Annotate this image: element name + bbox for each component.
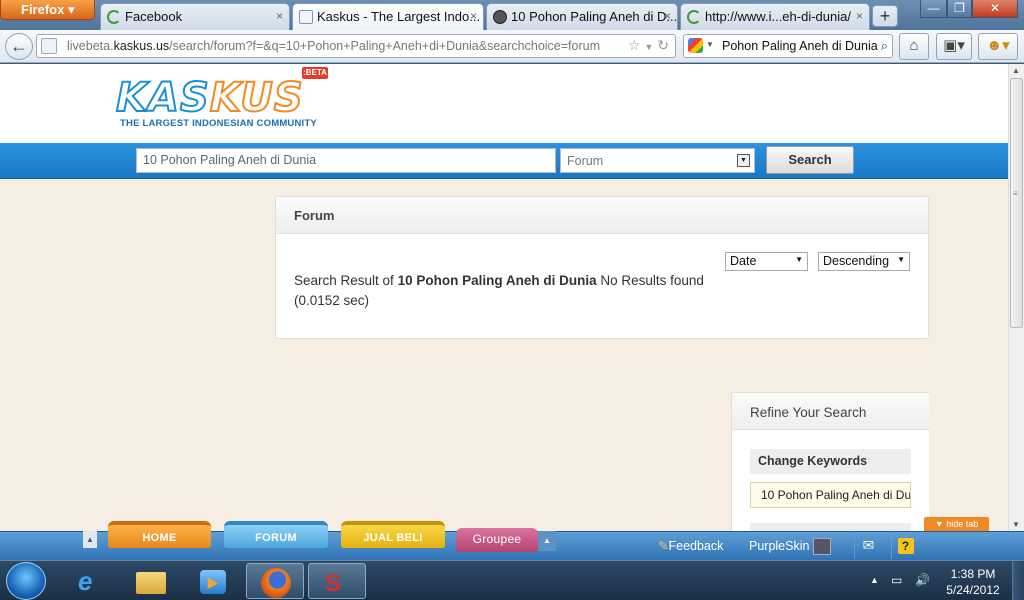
loading-icon — [107, 10, 121, 24]
mail-icon[interactable]: ✉ — [854, 534, 882, 559]
maximize-button[interactable]: ❐ — [947, 0, 972, 18]
back-button[interactable]: ← — [5, 33, 33, 60]
search-icon[interactable]: ⌕ — [881, 38, 888, 54]
chevron-down-icon: ▼ — [795, 255, 803, 264]
tab-pohon[interactable]: 10 Pohon Paling Aneh di D... × — [486, 3, 678, 30]
close-window-button[interactable]: ✕ — [972, 0, 1018, 18]
reload-icon[interactable]: ↻ — [657, 37, 669, 53]
refine-section — [750, 523, 911, 531]
beta-badge: :BETA — [302, 67, 328, 79]
windows-start-button[interactable] — [6, 562, 46, 600]
groupee-expand-icon[interactable]: ▲ — [538, 531, 556, 551]
system-clock[interactable]: 1:38 PM 5/24/2012 — [938, 566, 1008, 598]
minimize-button[interactable]: — — [920, 0, 947, 18]
scroll-down-icon[interactable]: ▼ — [1012, 520, 1020, 529]
search-strip: 10 Pohon Paling Aneh di Dunia Forum ▼ Se… — [0, 143, 1008, 179]
addon-button[interactable]: ☻▾ — [978, 33, 1018, 60]
results-panel-title: Forum — [276, 197, 928, 234]
kaskus-logo[interactable]: KASKUS THE LARGEST INDONESIAN COMMUNITY — [108, 75, 328, 136]
addon-icon: ☻▾ — [986, 37, 1010, 54]
title-bar: Firefox ▾ Facebook × Kaskus - The Larges… — [0, 0, 1024, 31]
internet-explorer-icon[interactable]: e — [60, 563, 118, 599]
category-select[interactable]: Forum ▼ — [560, 148, 755, 173]
logo-tagline: THE LARGEST INDONESIAN COMMUNITY — [120, 118, 317, 129]
sort-order-select[interactable]: Descending ▼ — [818, 252, 910, 271]
refine-keyword-input[interactable]: 10 Pohon Paling Aneh di Dun — [750, 482, 911, 508]
scrollbar-thumb[interactable]: ≡ — [1010, 78, 1023, 328]
show-desktop-button[interactable] — [1012, 561, 1024, 600]
vertical-scrollbar[interactable]: ▲ ≡ ▼ — [1008, 64, 1024, 531]
app-taskbar-icon[interactable]: S — [308, 563, 366, 599]
result-message: Search Result of 10 Pohon Paling Aneh di… — [294, 273, 704, 308]
chevron-down-icon: ▼ — [897, 255, 905, 264]
refine-title: Refine Your Search — [732, 393, 929, 430]
site-header: KASKUS THE LARGEST INDONESIAN COMMUNITY … — [0, 64, 1008, 143]
site-identity-icon[interactable] — [41, 38, 57, 54]
history-dropdown-icon[interactable]: ▼ — [644, 42, 653, 52]
help-icon[interactable]: ? — [891, 534, 919, 559]
close-tab-icon[interactable]: × — [276, 9, 283, 23]
avatar — [812, 538, 831, 555]
globe-icon — [493, 10, 507, 24]
tab-groupee[interactable]: Groupee — [456, 528, 538, 552]
close-tab-icon[interactable]: × — [664, 9, 671, 23]
close-tab-icon[interactable]: × — [856, 9, 863, 23]
taskbar: e ▶ S ▲ ▭ 🔊 1:38 PM 5/24/2012 — [0, 560, 1024, 600]
tab-url[interactable]: http://www.i...eh-di-dunia/ × — [680, 3, 870, 30]
folder-icon[interactable] — [122, 563, 180, 599]
google-icon[interactable] — [688, 38, 703, 53]
hide-tab-button[interactable]: ▼ hide tab — [924, 517, 989, 531]
search-button[interactable]: Search — [766, 146, 854, 174]
bookmarks-button[interactable]: ▣▾ — [936, 33, 972, 60]
navigation-bar: ← livebeta.kaskus.us/search/forum?f=&q=1… — [0, 30, 1024, 63]
scroll-up-icon[interactable]: ▲ — [1012, 66, 1020, 75]
keyword-input[interactable]: 10 Pohon Paling Aneh di Dunia — [136, 148, 556, 173]
loading-icon — [687, 10, 701, 24]
feedback-icon: ✎ — [658, 539, 669, 553]
refine-panel: Refine Your Search Change Keywords 10 Po… — [731, 392, 929, 531]
sort-field-select[interactable]: Date ▼ — [725, 252, 808, 271]
bookmark-star-icon[interactable]: ☆ — [628, 37, 641, 53]
search-bar[interactable]: ▼ Pohon Paling Aneh di Dunia ⌕ — [683, 34, 893, 58]
home-icon: ⌂ — [909, 37, 919, 54]
chevron-down-icon[interactable]: ▼ — [737, 154, 750, 167]
feedback-link[interactable]: ✎Feedback — [658, 538, 723, 553]
results-panel: Forum Date ▼ Descending ▼ Search Result of… — [275, 196, 929, 339]
tab-home[interactable]: HOME — [108, 521, 211, 548]
skin-link[interactable]: PurpleSkin — [749, 538, 831, 555]
search-engine-dropdown-icon[interactable]: ▼ — [706, 40, 714, 49]
change-keywords-label: Change Keywords — [750, 449, 911, 474]
close-tab-icon[interactable]: × — [470, 9, 477, 23]
back-arrow-icon: ← — [10, 36, 28, 56]
collapse-icon[interactable]: ▲ — [83, 531, 97, 548]
network-icon[interactable]: ▭ — [891, 573, 902, 587]
url-bar[interactable]: livebeta.kaskus.us/search/forum?f=&q=10+… — [36, 34, 676, 58]
firefox-menu-button[interactable]: Firefox ▾ — [0, 0, 95, 20]
new-tab-button[interactable]: + — [872, 5, 898, 27]
firefox-taskbar-icon[interactable] — [246, 563, 304, 599]
tab-jual-beli[interactable]: JUAL BELI — [341, 521, 445, 548]
tab-kaskus[interactable]: Kaskus - The Largest Indo... × — [292, 3, 484, 31]
tab-facebook[interactable]: Facebook × — [100, 3, 290, 30]
kaskus-favicon-icon — [299, 10, 313, 24]
tray-expand-icon[interactable]: ▲ — [870, 575, 879, 585]
volume-icon[interactable]: 🔊 — [915, 573, 930, 587]
kaskus-bottom-bar: ▼ hide tab ▲ HOME FORUM JUAL BELI Groupe… — [0, 517, 1024, 560]
tab-forum[interactable]: FORUM — [224, 521, 328, 548]
bookmarks-icon: ▣▾ — [943, 37, 965, 54]
media-player-icon[interactable]: ▶ — [184, 563, 242, 599]
home-button[interactable]: ⌂ — [899, 33, 929, 60]
page-content: KASKUS THE LARGEST INDONESIAN COMMUNITY … — [0, 64, 1008, 531]
